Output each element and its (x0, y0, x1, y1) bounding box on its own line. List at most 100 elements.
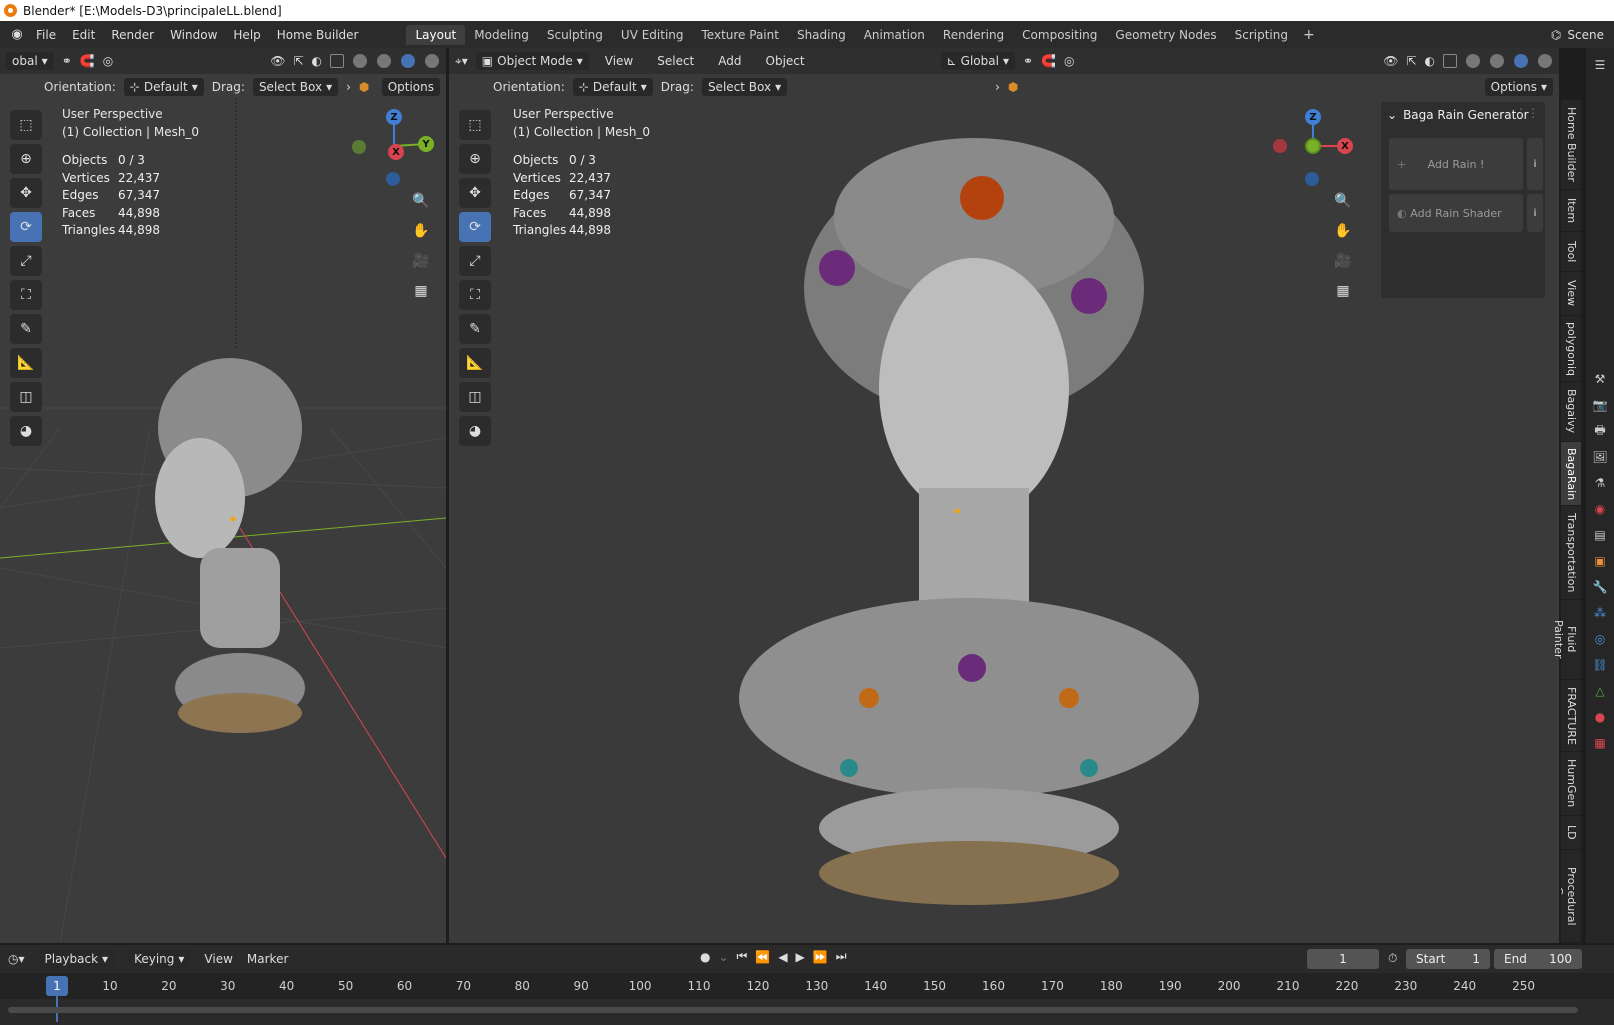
tab-fluid-painter[interactable]: Fluid Painter (1552, 600, 1581, 680)
tab-procedural[interactable]: Procedural Cro (1561, 850, 1581, 943)
menu-home-builder[interactable]: Home Builder (269, 28, 367, 42)
jump-end-icon[interactable]: ⏭ (836, 949, 847, 964)
overlay-icon[interactable]: ◐ (1425, 54, 1435, 68)
tab-tool[interactable]: Tool (1561, 232, 1581, 272)
physics-properties-icon[interactable]: ◎ (1591, 630, 1609, 648)
tab-bagaivy[interactable]: Bagaivy (1561, 382, 1581, 442)
measure-tool[interactable]: 📐 (459, 348, 491, 378)
drag-dropdown[interactable]: Select Box ▾ (701, 78, 788, 96)
gizmo-y-axis[interactable]: Y (418, 136, 434, 152)
gizmo-neg-z-axis[interactable] (1305, 172, 1319, 186)
panel-header[interactable]: ⌄ Baga Rain Generator (1387, 108, 1529, 122)
texture-properties-icon[interactable]: ▦ (1591, 734, 1609, 752)
gizmo-toggle-icon[interactable]: ⇱ (1406, 54, 1416, 68)
info-icon[interactable]: i (1527, 138, 1543, 190)
viewport-menu-add[interactable]: Add (710, 54, 749, 68)
tab-rendering[interactable]: Rendering (934, 25, 1013, 45)
rotate-tool[interactable]: ⟳ (10, 212, 42, 242)
gizmo-neg-y-axis[interactable] (352, 140, 366, 154)
transform-tool[interactable]: ⛶ (10, 280, 42, 310)
gizmo-y-axis[interactable] (1305, 138, 1321, 154)
tab-uv-editing[interactable]: UV Editing (612, 25, 693, 45)
gizmo-neg-z-axis[interactable] (386, 172, 400, 186)
tool-settings-icon[interactable]: ⚒ (1591, 370, 1609, 388)
jump-keyframe-back-icon[interactable]: ⏪ (755, 950, 770, 964)
stopwatch-icon[interactable]: ⏱ (1388, 951, 1397, 966)
tab-ld[interactable]: LD (1561, 816, 1581, 850)
editor-type-icon[interactable]: ◷▾ (8, 952, 25, 966)
tab-transportation[interactable]: Transportation (1561, 506, 1581, 600)
grid-icon[interactable]: ▦ (1330, 278, 1356, 304)
grid-icon[interactable]: ▦ (408, 278, 434, 304)
drag-handle-icon[interactable]: ⋮⋮ (1515, 106, 1539, 120)
tab-item[interactable]: Item (1561, 190, 1581, 232)
wireframe-shading-icon[interactable] (1466, 54, 1480, 68)
current-frame-marker[interactable]: 1 (46, 976, 68, 996)
constraints-properties-icon[interactable]: ⛓ (1591, 656, 1609, 674)
tab-view[interactable]: View (1561, 272, 1581, 316)
scene-selector[interactable]: ⌬ Scene (1551, 21, 1614, 48)
zoom-icon[interactable]: 🔍 (408, 188, 434, 214)
tab-shading[interactable]: Shading (788, 25, 855, 45)
menu-edit[interactable]: Edit (64, 28, 103, 42)
tab-texture-paint[interactable]: Texture Paint (693, 25, 788, 45)
tab-compositing[interactable]: Compositing (1013, 25, 1106, 45)
rotate-tool[interactable]: ⟳ (459, 212, 491, 242)
frame-ruler[interactable]: 1 10 20 30 40 50 60 70 80 90 100 110 120 130 140 150 160… (0, 973, 1614, 1022)
material-shading-icon[interactable] (401, 54, 415, 68)
visibility-icon[interactable]: 👁 (270, 54, 285, 68)
camera-icon[interactable]: 🎥 (408, 248, 434, 274)
play-reverse-icon[interactable]: ◀ (778, 950, 787, 964)
gizmo-x-axis[interactable]: X (388, 144, 404, 160)
mode-dropdown[interactable]: ▣ Object Mode ▾ (475, 52, 589, 70)
snap-icon[interactable]: 🧲 (80, 54, 95, 68)
rendered-shading-icon[interactable] (425, 54, 439, 68)
pivot-icon[interactable]: ⚭ (62, 54, 72, 68)
gizmo-z-axis[interactable]: Z (1305, 109, 1321, 125)
add-rain-button[interactable]: + Add Rain ! (1389, 138, 1523, 190)
options-dropdown[interactable]: Options ▾ (1484, 78, 1553, 96)
gizmo-z-axis[interactable]: Z (386, 109, 402, 125)
proportional-icon[interactable]: ◎ (1064, 54, 1074, 68)
chevron-down-icon[interactable]: ⌄ (718, 950, 728, 964)
left-3d-viewport[interactable]: obal ▾ ⚭ 🧲 ◎ 👁 ⇱ ◐ Orientation: ⊹ Default ▾… (0, 48, 446, 943)
timeline-marker-menu[interactable]: Marker (247, 952, 288, 966)
rendered-shading-icon[interactable] (1538, 54, 1552, 68)
zoom-icon[interactable]: 🔍 (1330, 188, 1356, 214)
info-icon[interactable]: i (1527, 194, 1543, 232)
transform-tool[interactable]: ⛶ (459, 280, 491, 310)
tab-fracture[interactable]: FRACTURE (1561, 680, 1581, 752)
measure-tool[interactable]: 📐 (10, 348, 42, 378)
outliner-icon[interactable]: ☰ (1591, 56, 1609, 74)
cursor-tool[interactable]: ⊕ (10, 144, 42, 174)
start-frame-field[interactable]: Start 1 (1406, 949, 1490, 969)
pan-hand-icon[interactable]: ✋ (408, 218, 434, 244)
keying-menu[interactable]: Keying ▾ (128, 950, 191, 968)
right-navigation-gizmo[interactable]: Z X (1273, 106, 1353, 186)
orientation-dropdown[interactable]: ⊹ Default ▾ (123, 78, 204, 96)
add-workspace-icon[interactable]: + (1297, 27, 1321, 43)
world-properties-icon[interactable]: ◉ (1591, 500, 1609, 518)
overlay-icon[interactable]: ◐ (312, 54, 322, 68)
menu-help[interactable]: Help (225, 28, 268, 42)
pivot-icon[interactable]: ⚭ (1023, 54, 1033, 68)
snap-icon[interactable]: 🧲 (1041, 54, 1056, 68)
record-icon[interactable]: ● (700, 950, 710, 964)
select-box-tool[interactable]: ⬚ (10, 110, 42, 140)
playback-menu[interactable]: Playback ▾ (38, 950, 115, 968)
material-shading-icon[interactable] (1514, 54, 1528, 68)
viewport-menu-object[interactable]: Object (758, 54, 813, 68)
end-frame-field[interactable]: End 100 (1494, 949, 1582, 969)
timeline-view-menu[interactable]: View (204, 952, 232, 966)
menu-file[interactable]: File (28, 28, 64, 42)
scale-tool[interactable]: ⤢ (459, 246, 491, 276)
menu-window[interactable]: Window (162, 28, 225, 42)
render-properties-icon[interactable]: 📷 (1591, 396, 1609, 414)
gizmo-neg-x-axis[interactable] (1273, 139, 1287, 153)
solid-shading-icon[interactable] (1490, 54, 1504, 68)
data-properties-icon[interactable]: △ (1591, 682, 1609, 700)
modifier-properties-icon[interactable]: 🔧 (1591, 578, 1609, 596)
transform-space-dropdown[interactable]: ⊾ Global ▾ (940, 52, 1015, 70)
drag-dropdown[interactable]: Select Box ▾ (252, 78, 339, 96)
expand-arrow-icon[interactable]: › (346, 80, 351, 94)
